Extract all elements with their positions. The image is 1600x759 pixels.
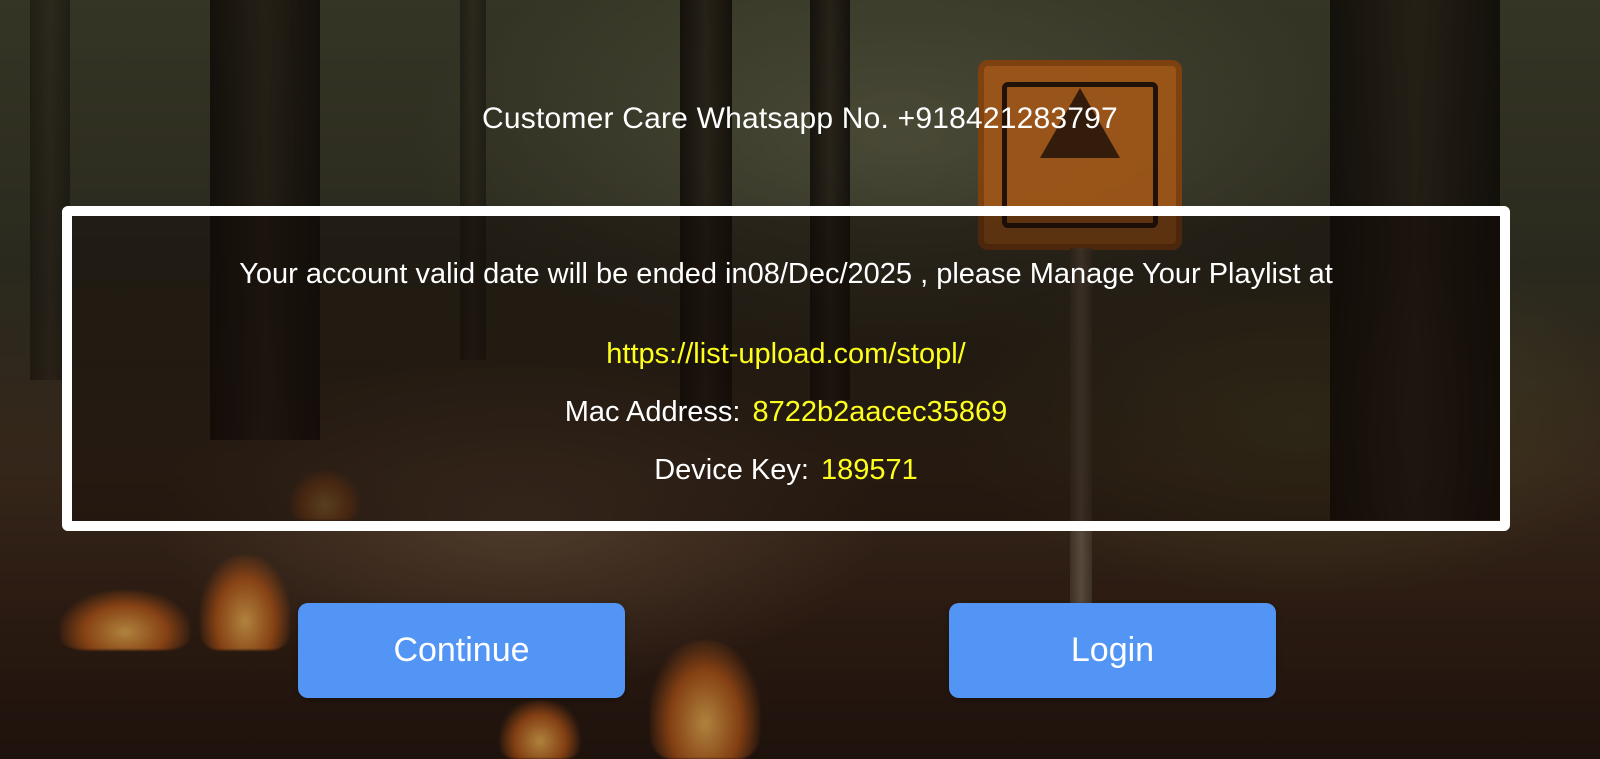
expiry-notice-screen: Customer Care Whatsapp No. +918421283797…: [0, 0, 1600, 759]
playlist-url-link[interactable]: https://list-upload.com/stopl/: [72, 338, 1500, 371]
device-key-value: 189571: [820, 454, 918, 486]
mac-address-label: Mac Address:: [564, 396, 741, 428]
login-button[interactable]: Login: [949, 603, 1276, 698]
mac-address-value: 8722b2aacec35869: [752, 396, 1008, 428]
device-key-label: Device Key:: [654, 454, 809, 486]
customer-care-text: Customer Care Whatsapp No. +918421283797: [482, 102, 1118, 135]
expiry-message: Your account valid date will be ended in…: [239, 258, 1333, 290]
continue-button[interactable]: Continue: [298, 603, 625, 698]
mac-address-row: Mac Address: 8722b2aacec35869: [72, 396, 1500, 429]
device-key-row: Device Key: 189571: [72, 454, 1500, 487]
account-info-panel: Your account valid date will be ended in…: [62, 206, 1510, 531]
